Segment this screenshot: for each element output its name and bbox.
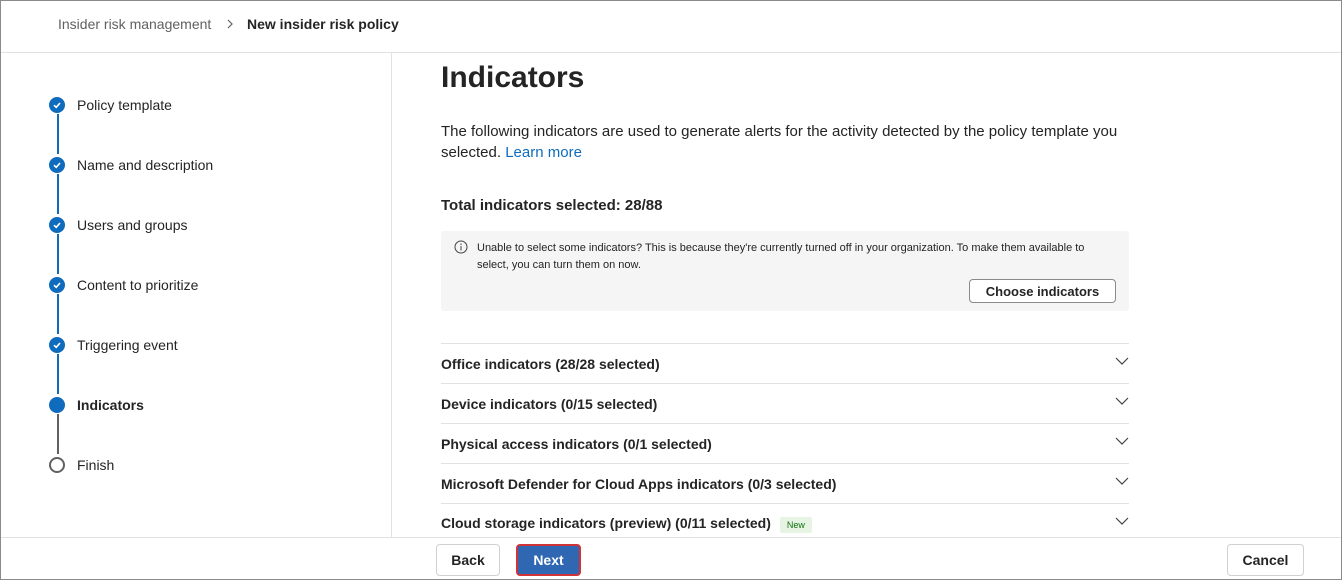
step-connector bbox=[57, 414, 59, 454]
checkmark-icon bbox=[49, 277, 65, 293]
accordion-label: Microsoft Defender for Cloud Apps indica… bbox=[441, 476, 837, 492]
chevron-right-icon bbox=[227, 19, 233, 29]
step-users-and-groups[interactable]: Users and groups bbox=[49, 215, 188, 235]
header: Insider risk management New insider risk… bbox=[1, 1, 1341, 53]
step-content-to-prioritize[interactable]: Content to prioritize bbox=[49, 275, 198, 295]
step-label: Content to prioritize bbox=[77, 277, 199, 293]
info-message-bar: Unable to select some indicators? This i… bbox=[441, 231, 1129, 311]
step-label: Indicators bbox=[77, 397, 144, 413]
info-icon bbox=[454, 240, 468, 254]
page-description: The following indicators are used to gen… bbox=[441, 121, 1121, 163]
checkmark-icon bbox=[49, 97, 65, 113]
breadcrumb-current: New insider risk policy bbox=[247, 16, 399, 32]
checkmark-icon bbox=[49, 337, 65, 353]
indicator-accordion: Office indicators (28/28 selected) Devic… bbox=[441, 343, 1129, 537]
step-label: Users and groups bbox=[77, 217, 188, 233]
next-button[interactable]: Next bbox=[516, 544, 581, 576]
current-step-dot-icon bbox=[49, 397, 65, 413]
accordion-item-defender-cloud-apps-indicators[interactable]: Microsoft Defender for Cloud Apps indica… bbox=[441, 463, 1129, 503]
chevron-down-icon bbox=[1115, 357, 1129, 365]
step-connector bbox=[57, 354, 59, 394]
cancel-button[interactable]: Cancel bbox=[1227, 544, 1304, 576]
breadcrumb-root-link[interactable]: Insider risk management bbox=[58, 16, 211, 32]
accordion-label: Cloud storage indicators (preview) (0/11… bbox=[441, 515, 812, 533]
checkmark-icon bbox=[49, 157, 65, 173]
info-message-text: Unable to select some indicators? This i… bbox=[477, 242, 1085, 271]
step-policy-template[interactable]: Policy template bbox=[49, 95, 172, 115]
accordion-item-device-indicators[interactable]: Device indicators (0/15 selected) bbox=[441, 383, 1129, 423]
page-title: Indicators bbox=[441, 61, 585, 94]
main-content: Indicators The following indicators are … bbox=[393, 53, 1341, 537]
step-label: Policy template bbox=[77, 97, 172, 113]
wizard-stepper: Policy template Name and description Use… bbox=[1, 53, 392, 537]
step-connector bbox=[57, 294, 59, 334]
chevron-down-icon bbox=[1115, 477, 1129, 485]
accordion-label: Office indicators (28/28 selected) bbox=[441, 356, 660, 372]
step-indicators[interactable]: Indicators bbox=[49, 395, 144, 415]
accordion-label-text: Cloud storage indicators (preview) (0/11… bbox=[441, 515, 771, 532]
step-connector bbox=[57, 114, 59, 154]
pending-step-circle-icon bbox=[49, 457, 65, 473]
step-name-and-description[interactable]: Name and description bbox=[49, 155, 213, 175]
footer-bar: Back Next Cancel bbox=[1, 537, 1341, 579]
accordion-item-cloud-storage-indicators[interactable]: Cloud storage indicators (preview) (0/11… bbox=[441, 503, 1129, 537]
choose-indicators-button[interactable]: Choose indicators bbox=[969, 279, 1116, 303]
step-label: Triggering event bbox=[77, 337, 178, 353]
accordion-item-physical-access-indicators[interactable]: Physical access indicators (0/1 selected… bbox=[441, 423, 1129, 463]
chevron-down-icon bbox=[1115, 517, 1129, 525]
accordion-label: Device indicators (0/15 selected) bbox=[441, 396, 658, 412]
step-label: Finish bbox=[77, 457, 115, 473]
step-finish[interactable]: Finish bbox=[49, 455, 114, 475]
new-badge: New bbox=[779, 516, 812, 533]
back-button[interactable]: Back bbox=[436, 544, 500, 576]
checkmark-icon bbox=[49, 217, 65, 233]
learn-more-link[interactable]: Learn more bbox=[505, 144, 582, 161]
step-connector bbox=[57, 234, 59, 274]
accordion-item-office-indicators[interactable]: Office indicators (28/28 selected) bbox=[441, 343, 1129, 383]
step-label: Name and description bbox=[77, 157, 214, 173]
chevron-down-icon bbox=[1115, 397, 1129, 405]
step-triggering-event[interactable]: Triggering event bbox=[49, 335, 178, 355]
step-connector bbox=[57, 174, 59, 214]
chevron-down-icon bbox=[1115, 437, 1129, 445]
accordion-label: Physical access indicators (0/1 selected… bbox=[441, 436, 712, 452]
total-indicators-selected: Total indicators selected: 28/88 bbox=[441, 197, 663, 214]
